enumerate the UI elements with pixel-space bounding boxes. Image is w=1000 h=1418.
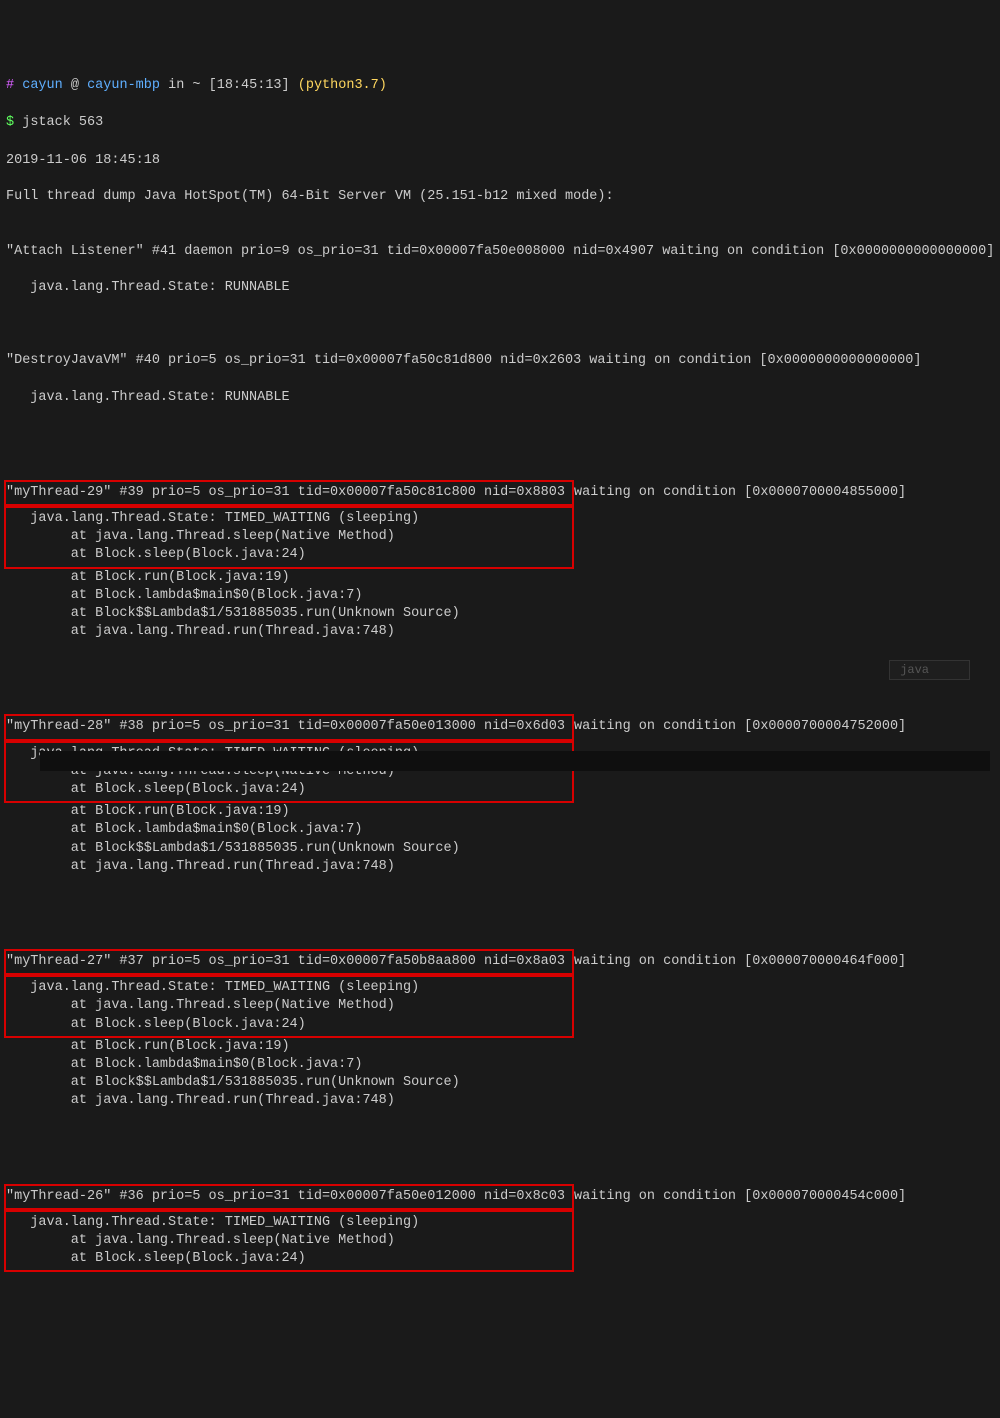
- thread-27-stack: at java.lang.Thread.sleep(Native Method): [6, 998, 395, 1013]
- highlight-box: "myThread-27" #37 prio=5 os_prio=31 tid=…: [4, 949, 574, 975]
- thread-27-header-b: waiting on condition [0x000070000464f000…: [574, 954, 906, 969]
- destroy-vm-header: "DestroyJavaVM" #40 prio=5 os_prio=31 ti…: [6, 352, 994, 370]
- highlight-box: "myThread-26" #36 prio=5 os_prio=31 tid=…: [4, 1184, 574, 1210]
- output-blank: [6, 660, 994, 678]
- thread-27-stack: at Block.lambda$main$0(Block.java:7): [6, 1057, 362, 1072]
- prompt-dollar: $: [6, 115, 14, 130]
- thread-27-header-a: "myThread-27" #37 prio=5 os_prio=31 tid=…: [6, 954, 573, 969]
- shell-prompt: # cayun @ cayun-mbp in ~ [18:45:13] (pyt…: [6, 77, 994, 95]
- thread-26-stack: at Block.sleep(Block.java:24): [6, 1251, 306, 1266]
- command-text: jstack 563: [22, 115, 103, 130]
- attach-listener-header: "Attach Listener" #41 daemon prio=9 os_p…: [6, 243, 994, 261]
- thread-27-state: java.lang.Thread.State: TIMED_WAITING (s…: [6, 980, 419, 995]
- thread-28-stack: at Block.lambda$main$0(Block.java:7): [6, 822, 362, 837]
- thread-29-header-b: waiting on condition [0x0000700004855000…: [574, 485, 906, 500]
- thread-29-stack: at Block.sleep(Block.java:24): [6, 547, 306, 562]
- thread-28-block: "myThread-28" #38 prio=5 os_prio=31 tid=…: [6, 714, 994, 876]
- output-blank: [6, 425, 994, 443]
- thread-26-stack: at java.lang.Thread.sleep(Native Method): [6, 1233, 395, 1248]
- prompt-at: @: [71, 78, 79, 93]
- thread-28-header-a: "myThread-28" #38 prio=5 os_prio=31 tid=…: [6, 719, 573, 734]
- thread-29-stack: at java.lang.Thread.sleep(Native Method): [6, 529, 395, 544]
- prompt-user: cayun: [22, 78, 63, 93]
- command-line[interactable]: $ jstack 563: [6, 114, 994, 132]
- prompt-host: cayun-mbp: [87, 78, 160, 93]
- thread-27-stack: at Block.sleep(Block.java:24): [6, 1017, 306, 1032]
- thread-28-stack: at Block.run(Block.java:19): [6, 804, 290, 819]
- prompt-python: (python3.7): [298, 78, 387, 93]
- prompt-time: [18:45:13]: [209, 78, 290, 93]
- attach-listener-state: java.lang.Thread.State: RUNNABLE: [6, 279, 994, 297]
- prompt-path: ~: [192, 78, 200, 93]
- thread-29-state: java.lang.Thread.State: TIMED_WAITING (s…: [6, 511, 419, 526]
- highlight-box: java.lang.Thread.State: TIMED_WAITING (s…: [4, 506, 574, 569]
- thread-28-stack: at Block$$Lambda$1/531885035.run(Unknown…: [6, 841, 460, 856]
- prompt-hash: #: [6, 78, 14, 93]
- output-blank: [6, 1129, 994, 1147]
- highlight-box: java.lang.Thread.State: TIMED_WAITING (s…: [4, 975, 574, 1038]
- thread-26-block: "myThread-26" #36 prio=5 os_prio=31 tid=…: [6, 1184, 994, 1273]
- thread-28-stack: at Block.sleep(Block.java:24): [6, 782, 306, 797]
- thread-29-header-a: "myThread-29" #39 prio=5 os_prio=31 tid=…: [6, 485, 573, 500]
- thread-27-block: "myThread-27" #37 prio=5 os_prio=31 tid=…: [6, 949, 994, 1111]
- thread-29-stack: at Block.run(Block.java:19): [6, 570, 290, 585]
- editor-tab[interactable]: java: [889, 660, 970, 680]
- thread-29-stack: at java.lang.Thread.run(Thread.java:748): [6, 624, 395, 639]
- thread-26-header-a: "myThread-26" #36 prio=5 os_prio=31 tid=…: [6, 1189, 573, 1204]
- highlight-box: "myThread-28" #38 prio=5 os_prio=31 tid=…: [4, 714, 574, 740]
- prompt-in: in: [168, 78, 184, 93]
- thread-29-stack: at Block.lambda$main$0(Block.java:7): [6, 588, 362, 603]
- output-timestamp: 2019-11-06 18:45:18: [6, 152, 994, 170]
- thread-27-stack: at Block$$Lambda$1/531885035.run(Unknown…: [6, 1075, 460, 1090]
- output-header: Full thread dump Java HotSpot(TM) 64-Bit…: [6, 188, 994, 206]
- highlight-box: java.lang.Thread.State: TIMED_WAITING (s…: [4, 741, 574, 804]
- thread-26-header-b: waiting on condition [0x000070000454c000…: [574, 1189, 906, 1204]
- output-blank: [6, 894, 994, 912]
- thread-27-stack: at Block.run(Block.java:19): [6, 1039, 290, 1054]
- highlight-box: "myThread-29" #39 prio=5 os_prio=31 tid=…: [4, 480, 574, 506]
- output-blank: [6, 316, 994, 334]
- thread-26-state: java.lang.Thread.State: TIMED_WAITING (s…: [6, 1215, 419, 1230]
- highlight-box: java.lang.Thread.State: TIMED_WAITING (s…: [4, 1210, 574, 1273]
- thread-27-stack: at java.lang.Thread.run(Thread.java:748): [6, 1093, 395, 1108]
- thread-29-stack: at Block$$Lambda$1/531885035.run(Unknown…: [6, 606, 460, 621]
- thread-28-stack: at java.lang.Thread.run(Thread.java:748): [6, 859, 395, 874]
- thread-28-header-b: waiting on condition [0x0000700004752000…: [574, 719, 906, 734]
- destroy-vm-state: java.lang.Thread.State: RUNNABLE: [6, 389, 994, 407]
- status-bar: [40, 751, 990, 771]
- thread-29-block: "myThread-29" #39 prio=5 os_prio=31 tid=…: [6, 480, 994, 642]
